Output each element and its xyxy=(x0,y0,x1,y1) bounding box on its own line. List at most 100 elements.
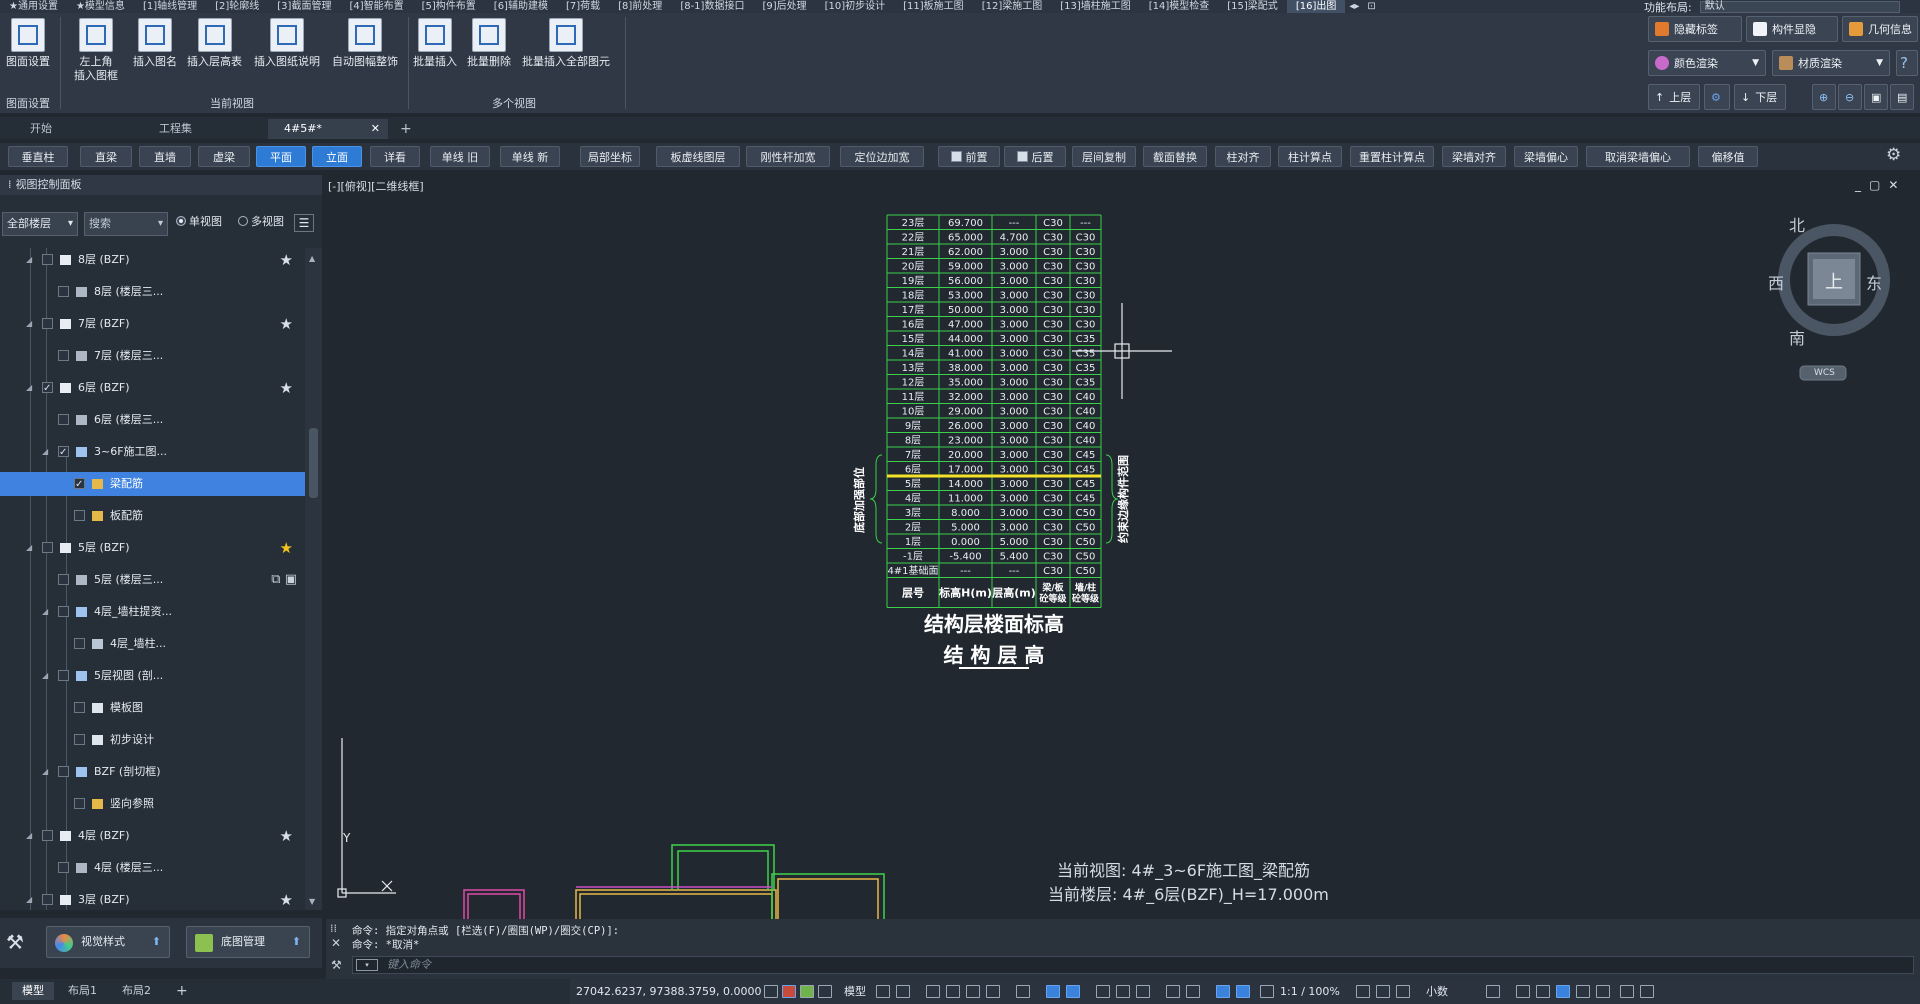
settings-gear-icon[interactable] xyxy=(1356,985,1370,998)
lineweight-icon[interactable] xyxy=(1096,985,1110,998)
tree-item[interactable]: ◢ 5层 (BZF) ★ xyxy=(0,536,305,560)
scroll-down-icon[interactable]: ▼ xyxy=(309,897,315,906)
toolbar-button[interactable]: 详看 xyxy=(370,146,420,167)
fullscreen-icon[interactable] xyxy=(1620,985,1634,998)
tree-item[interactable]: 4层 (楼层三... xyxy=(0,856,305,880)
tree-item[interactable]: ◢ 3层 (BZF) ★ xyxy=(0,888,305,910)
floor-filter-dropdown[interactable]: 全部楼层 xyxy=(2,212,78,236)
command-grip-icon[interactable]: ⁞⁞ xyxy=(330,922,337,935)
customize-icon[interactable] xyxy=(1596,985,1610,998)
compass-west[interactable]: 西 xyxy=(1768,270,1784,294)
tree-item[interactable]: 7层 (楼层三... xyxy=(0,344,305,368)
tree-checkbox[interactable] xyxy=(42,830,53,841)
favorite-star-icon[interactable]: ★ xyxy=(280,376,293,400)
favorite-star-icon[interactable]: ★ xyxy=(280,536,293,560)
tree-scrollbar[interactable]: ▲ ▼ xyxy=(305,248,322,910)
panel-menu-icon[interactable]: ☰ xyxy=(294,214,314,232)
expand-toggle-icon[interactable]: ◢ xyxy=(26,376,36,400)
expand-toggle-icon[interactable]: ◢ xyxy=(26,824,36,848)
module-tab[interactable]: [6]辅助建模 xyxy=(485,0,557,13)
expand-toggle-icon[interactable]: ◢ xyxy=(26,888,36,910)
model-space-label[interactable]: 模型 xyxy=(844,979,866,1004)
view-action-icon[interactable]: ⧉ ▣ xyxy=(271,568,297,592)
single-view-radio[interactable]: 单视图 xyxy=(176,214,222,230)
tree-checkbox[interactable] xyxy=(42,318,53,329)
units-readout[interactable]: 小数 xyxy=(1426,979,1448,1004)
module-tab[interactable]: [15]梁配式 xyxy=(1218,0,1287,13)
module-tab[interactable]: [11]板施工图 xyxy=(894,0,973,13)
expand-toggle-icon[interactable]: ◢ xyxy=(26,536,36,560)
module-tab[interactable]: [2]轮廓线 xyxy=(206,0,268,13)
close-command-icon[interactable]: ✕ xyxy=(331,936,341,950)
compass-north[interactable]: 北 xyxy=(1789,212,1805,236)
snap-icon[interactable] xyxy=(800,985,814,998)
layout-dropdown[interactable]: 默认 xyxy=(1699,0,1900,13)
tools-icon[interactable]: ⚒ xyxy=(6,930,24,954)
search-input[interactable]: 搜索 xyxy=(84,212,168,236)
tree-item[interactable]: 6层 (楼层三... xyxy=(0,408,305,432)
tree-checkbox[interactable] xyxy=(58,862,69,873)
toolbar-button[interactable]: 柱计算点 xyxy=(1278,146,1342,167)
tab-start[interactable]: 开始 xyxy=(0,119,130,139)
favorite-star-icon[interactable]: ★ xyxy=(280,312,293,336)
toolbar-button[interactable]: 层间复制 xyxy=(1072,146,1136,167)
transparency-icon[interactable] xyxy=(1116,985,1130,998)
selection-cycle-icon[interactable] xyxy=(1136,985,1150,998)
tree-checkbox[interactable] xyxy=(42,377,53,401)
ortho-icon[interactable] xyxy=(946,985,960,998)
tree-checkbox[interactable] xyxy=(58,350,69,361)
tree-checkbox[interactable] xyxy=(74,798,85,809)
annotation-icon[interactable] xyxy=(1260,985,1274,998)
expand-toggle-icon[interactable]: ◢ xyxy=(26,312,36,336)
module-tab[interactable]: [8-1]数据接口 xyxy=(671,0,753,13)
select-icon[interactable] xyxy=(782,985,796,998)
expand-toggle-icon[interactable]: ◢ xyxy=(26,248,36,272)
tree-item[interactable]: 竖向参照 xyxy=(0,792,305,816)
toolbar-button[interactable]: 垂直柱 xyxy=(8,146,68,167)
tree-checkbox[interactable] xyxy=(74,734,85,745)
dyn-ucs-icon[interactable] xyxy=(1186,985,1200,998)
wcs-label[interactable]: WCS xyxy=(1814,368,1835,378)
down-floor-button[interactable]: ↓ 下层 xyxy=(1734,84,1786,110)
module-tab[interactable]: [1]轴线管理 xyxy=(134,0,206,13)
lock-ui-icon[interactable] xyxy=(1516,985,1530,998)
tree-item[interactable]: 梁配筋 xyxy=(0,472,305,497)
insert-frame-button[interactable]: 左上角 插入图框 xyxy=(70,18,122,83)
color-render-button[interactable]: 颜色渲染 ▼ xyxy=(1648,50,1766,76)
toolbar-button[interactable]: 刚性杆加宽 xyxy=(746,146,830,167)
toolbar-button[interactable]: 梁墙偏心 xyxy=(1514,146,1578,167)
module-tab[interactable]: [9]后处理 xyxy=(753,0,815,13)
component-visibility-button[interactable]: 构件显隐 xyxy=(1746,16,1838,42)
module-tab[interactable]: [14]模型检查 xyxy=(1140,0,1219,13)
infer-icon[interactable] xyxy=(926,985,940,998)
toolbar-button[interactable]: 后置 xyxy=(1004,146,1066,167)
module-tab[interactable]: [7]荷载 xyxy=(557,0,609,13)
cut-icon[interactable] xyxy=(764,985,778,998)
toolbar-button[interactable]: 取消梁墙偏心 xyxy=(1586,146,1690,167)
tab-scroll-icon[interactable]: ◂▸ xyxy=(1345,0,1363,13)
command-prompt-icon[interactable]: ▾ xyxy=(356,959,378,971)
snap-grid-icon[interactable] xyxy=(896,985,910,998)
tree-checkbox[interactable] xyxy=(58,766,69,777)
floor-settings-gear-icon[interactable]: ⚙ xyxy=(1704,84,1730,110)
toolbar-button[interactable]: 柱对齐 xyxy=(1215,146,1271,167)
toolbar-button[interactable]: 截面替换 xyxy=(1143,146,1207,167)
graphics-icon[interactable] xyxy=(1556,985,1570,998)
tree-checkbox[interactable] xyxy=(58,414,69,425)
view-cube-top-face[interactable]: 上 xyxy=(1825,268,1843,294)
tree-item[interactable]: 8层 (楼层三... xyxy=(0,280,305,304)
toolbar-button[interactable]: 虚梁 xyxy=(198,146,250,167)
units-icon[interactable] xyxy=(1396,985,1410,998)
polar-icon[interactable] xyxy=(986,985,1000,998)
quick-props-icon[interactable] xyxy=(1486,985,1500,998)
insert-title-button[interactable]: 插入图名 xyxy=(133,18,177,69)
tab-project-set[interactable]: 工程集 xyxy=(135,119,265,139)
module-tab[interactable]: [3]截面管理 xyxy=(268,0,340,13)
tree-item[interactable]: 4层_墙柱... xyxy=(0,632,305,656)
tree-item[interactable]: ◢ BZF (剖切框) xyxy=(0,760,305,784)
tree-checkbox[interactable] xyxy=(58,286,69,297)
compass-south[interactable]: 南 xyxy=(1789,325,1805,349)
module-tab[interactable]: ★模型信息 xyxy=(67,0,134,13)
toolbar-button[interactable]: 梁墙对齐 xyxy=(1442,146,1506,167)
dynamic-input-icon[interactable] xyxy=(966,985,980,998)
